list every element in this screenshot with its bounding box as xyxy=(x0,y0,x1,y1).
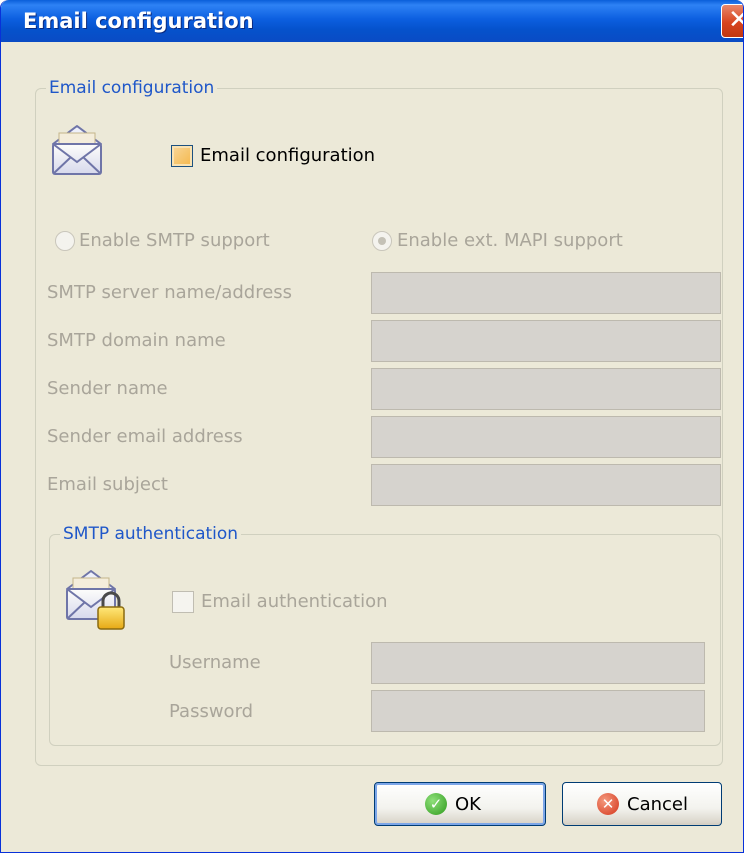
sender-email-input[interactable] xyxy=(371,416,721,458)
email-configuration-checkbox-label[interactable]: Email configuration xyxy=(200,145,375,167)
smtp-server-input[interactable] xyxy=(371,272,721,314)
mapi-support-radio-label[interactable]: Enable ext. MAPI support xyxy=(397,230,623,252)
window-title: Email configuration xyxy=(23,9,254,33)
email-configuration-dialog: Email configuration ✕ Email configuratio… xyxy=(0,0,744,853)
auth-group-title: SMTP authentication xyxy=(60,524,242,544)
smtp-support-radio-label[interactable]: Enable SMTP support xyxy=(79,230,270,252)
title-bar[interactable]: Email configuration ✕ xyxy=(1,0,743,42)
username-input[interactable] xyxy=(371,642,705,684)
ok-button-label: OK xyxy=(455,794,481,815)
password-label: Password xyxy=(169,701,254,722)
ok-button[interactable]: ✓ OK xyxy=(374,782,546,826)
locked-envelope-icon xyxy=(66,570,125,630)
cancel-button-label: Cancel xyxy=(627,794,688,815)
sender-name-input[interactable] xyxy=(371,368,721,410)
smtp-support-radio[interactable] xyxy=(55,231,75,251)
radio-selected-dot xyxy=(378,237,386,245)
cancel-icon: ✕ xyxy=(597,793,619,815)
close-button[interactable]: ✕ xyxy=(721,4,743,38)
password-input[interactable] xyxy=(371,690,705,732)
sender-email-label: Sender email address xyxy=(47,426,243,447)
smtp-domain-input[interactable] xyxy=(371,320,721,362)
cancel-button[interactable]: ✕ Cancel xyxy=(562,782,722,826)
email-subject-label: Email subject xyxy=(47,474,168,495)
mapi-support-radio[interactable] xyxy=(372,231,392,251)
smtp-domain-label: SMTP domain name xyxy=(47,330,226,351)
email-authentication-checkbox[interactable] xyxy=(172,591,194,613)
sender-name-label: Sender name xyxy=(47,378,168,399)
email-subject-input[interactable] xyxy=(371,464,721,506)
email-group-title: Email configuration xyxy=(46,78,218,98)
check-icon: ✓ xyxy=(425,793,447,815)
envelope-icon xyxy=(52,125,102,175)
email-configuration-checkbox[interactable] xyxy=(171,145,193,167)
email-authentication-checkbox-label[interactable]: Email authentication xyxy=(201,591,388,613)
smtp-server-label: SMTP server name/address xyxy=(47,282,293,303)
close-icon: ✕ xyxy=(728,5,743,35)
username-label: Username xyxy=(169,652,261,673)
